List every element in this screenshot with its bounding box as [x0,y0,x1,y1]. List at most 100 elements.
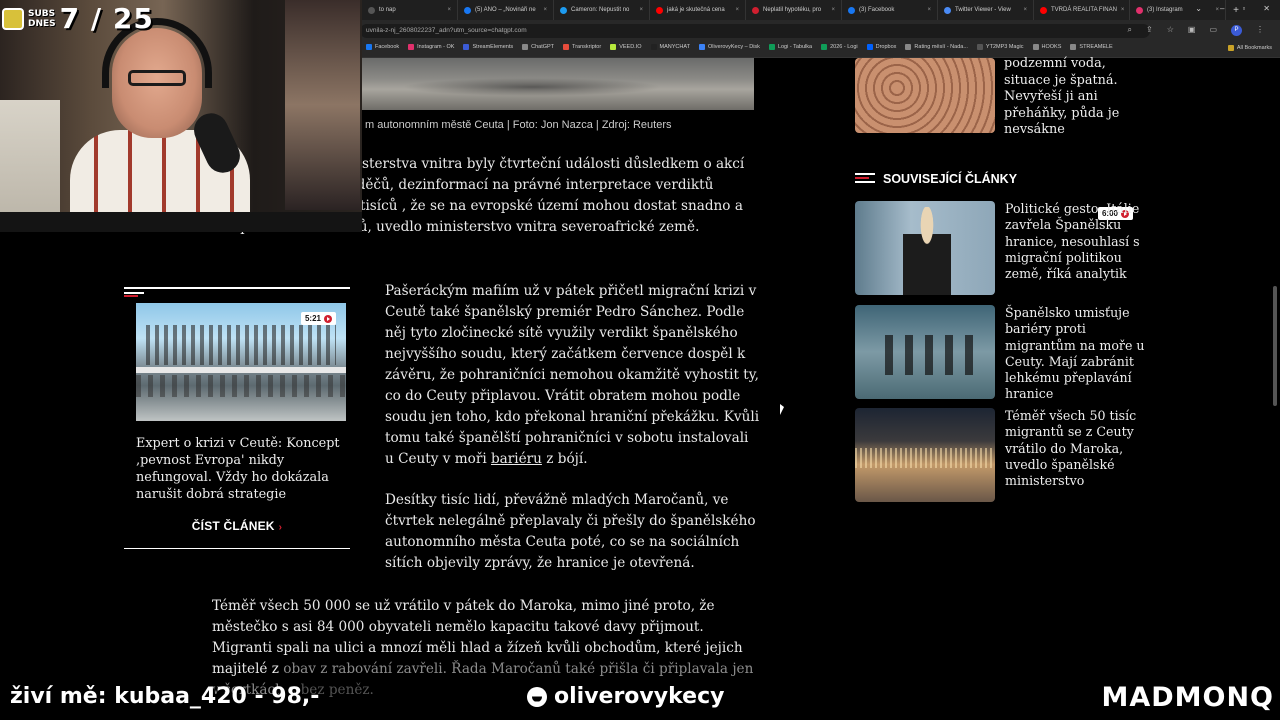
bookmark-item[interactable]: Dropbox [866,44,896,50]
related-article-thumbnail[interactable] [855,201,995,295]
browser-tab[interactable]: (3) Facebook × [842,0,938,20]
barrier-link[interactable]: bariéru [491,451,542,467]
bookmark-favicon-icon [522,44,529,50]
close-tab-icon[interactable]: × [1023,7,1027,13]
bookmark-item[interactable]: YT2MP3 Magic [976,44,1024,50]
close-tab-icon[interactable]: × [735,7,739,13]
bookmark-item[interactable]: ChatGPT [522,44,554,50]
bookmark-item[interactable]: Instagram - OK [408,44,454,50]
instagram-handle: oliverovykecy [527,684,724,709]
bookmark-favicon-icon [1070,44,1077,50]
sidebar-icon[interactable]: ▭ [1209,25,1217,36]
bookmark-list: Facebook Instagram - OK StreamElements Chat… [366,44,1113,50]
tab-search-icon[interactable]: ⌄ [1195,4,1202,13]
extensions-icon[interactable]: ▣ [1188,25,1196,36]
close-tab-icon[interactable]: × [639,7,643,13]
related-article-title[interactable]: Téměř všech 50 tisíc migrantů se z Ceuty… [1005,408,1145,489]
side-article-thumbnail[interactable]: 5:21 [136,303,346,421]
bookmark-favicon-icon [905,44,912,50]
related-articles-heading: SOUVISEJÍCÍ ČLÁNKY [855,172,1017,186]
tab-favicon-icon [656,6,663,14]
browser-tab[interactable]: TVRDÁ REALITA FINAN × [1034,0,1130,20]
close-tab-icon[interactable]: × [831,7,835,13]
related-article-title[interactable]: Politické gesto. Itálie zavřela Španělsk… [1005,201,1145,282]
section-flag-icon [855,173,875,185]
close-window-icon[interactable]: ✕ [1263,4,1270,13]
section-flag-icon [124,292,144,298]
chevron-right-icon: › [278,522,283,533]
close-tab-icon[interactable]: × [1121,7,1125,13]
related-article[interactable]: Španělsko umisťuje bariéry proti migrant… [855,305,1145,401]
browser-tab[interactable]: jaká je skutečná cena × [650,0,746,20]
sponsor-logo: MADMONQ [1101,682,1274,713]
related-article[interactable]: 6:00 Politické gesto. Itálie zavřela Špa… [855,201,1145,295]
bookmark-favicon-icon [866,44,873,50]
bookmark-favicon-icon [610,44,617,50]
page-scrollbar[interactable] [1273,286,1277,406]
bookmark-favicon-icon [463,44,470,50]
close-tab-icon[interactable]: × [927,7,931,13]
bookmark-favicon-icon [563,44,570,50]
bookmark-item[interactable]: Facebook [366,44,399,50]
tab-favicon-icon [1136,6,1143,14]
side-article-title[interactable]: Expert o krizi v Ceutě: Koncept ‚pevnost… [136,435,346,503]
previous-article-title[interactable]: podzemní voda, situace je špatná. Nevyře… [1004,56,1154,139]
tab-favicon-icon [944,6,951,14]
video-duration-badge: 5:21 [300,312,336,325]
bookmark-item[interactable]: OliverovyKecy – Disk [698,44,760,50]
bookmark-favicon-icon [408,44,415,50]
share-icon[interactable]: ⇪ [1146,25,1153,36]
related-article[interactable]: Téměř všech 50 tisíc migrantů se z Ceuty… [855,408,1145,502]
close-tab-icon[interactable]: × [447,7,451,13]
browser-tab[interactable]: Twitter Viewer - View × [938,0,1034,20]
mouse-cursor-icon [780,404,784,415]
bookmark-item[interactable]: VEED.IO [610,44,642,50]
toolbar-icons: ⌕ ⇪ ☆ ▣ ▭ P ⋮ [1128,25,1264,36]
subs-avatar [2,7,24,30]
tab-favicon-icon [464,6,471,14]
bookmark-item[interactable]: 2026 - Logi [821,44,858,50]
bookmark-favicon-icon [1032,44,1039,50]
related-article-thumbnail[interactable] [855,408,995,502]
zoom-icon[interactable]: ⌕ [1128,25,1132,36]
tab-favicon-icon [848,6,855,14]
bookmark-item[interactable]: Logi - Tabulka [768,44,812,50]
read-article-button[interactable]: ČÍST ČLÁNEK › [124,519,350,533]
bookmark-item[interactable]: STREAMELE [1070,44,1113,50]
bookmark-item[interactable]: Rating měsíí - Nada... [905,44,968,50]
tab-favicon-icon [368,6,375,14]
play-icon [324,314,332,323]
menu-icon[interactable]: ⋮ [1256,25,1264,36]
maximize-icon[interactable]: ▫ [1242,4,1245,13]
instagram-icon [527,686,547,707]
hero-image [362,58,754,110]
webcam-overlay: SUBS DNES 7 / 25 [0,0,362,232]
side-article-card[interactable]: 5:21 Expert o krizi v Ceutě: Koncept ‚pe… [124,287,350,549]
bookmark-item[interactable]: HOOKS [1032,44,1061,50]
minimize-icon[interactable]: – [1220,4,1224,13]
image-caption: m autonomním městě Ceuta | Foto: Jon Naz… [365,119,672,131]
close-tab-icon[interactable]: × [543,7,547,13]
bookmark-favicon-icon [650,44,657,50]
profile-avatar[interactable]: P [1231,25,1242,36]
browser-tab[interactable]: Neplatil hypotéku, pro × [746,0,842,20]
tab-list: to nap × (5) ANO – „Novináři ne × Cameron: N… [362,0,1226,20]
bookmark-item[interactable]: Transkriptor [563,44,601,50]
url-field[interactable]: uvnila-z-nj_2608022237_adn?utm_source=ch… [360,24,1150,38]
paragraph-2: Pašeráckým mafiím už v pátek přičetl mig… [385,283,760,467]
bookmark-favicon-icon [698,44,705,50]
browser-tab[interactable]: (5) ANO – „Novináři ne × [458,0,554,20]
tab-favicon-icon [752,6,759,14]
all-bookmarks[interactable]: All Bookmarks [1227,45,1272,51]
related-article-title[interactable]: Španělsko umisťuje bariéry proti migrant… [1005,305,1145,403]
bookmark-favicon-icon [768,44,775,50]
bookmark-favicon-icon [976,44,983,50]
bookmark-item[interactable]: MANYCHAT [650,44,690,50]
cracked-soil-thumbnail[interactable] [855,58,995,133]
browser-tab[interactable]: Cameron: Nepustit no × [554,0,650,20]
bookmark-star-icon[interactable]: ☆ [1167,25,1174,36]
browser-tab[interactable]: to nap × [362,0,458,20]
bookmark-item[interactable]: StreamElements [463,44,513,50]
subs-count: 7 / 25 [59,2,154,35]
related-article-thumbnail[interactable] [855,305,995,399]
